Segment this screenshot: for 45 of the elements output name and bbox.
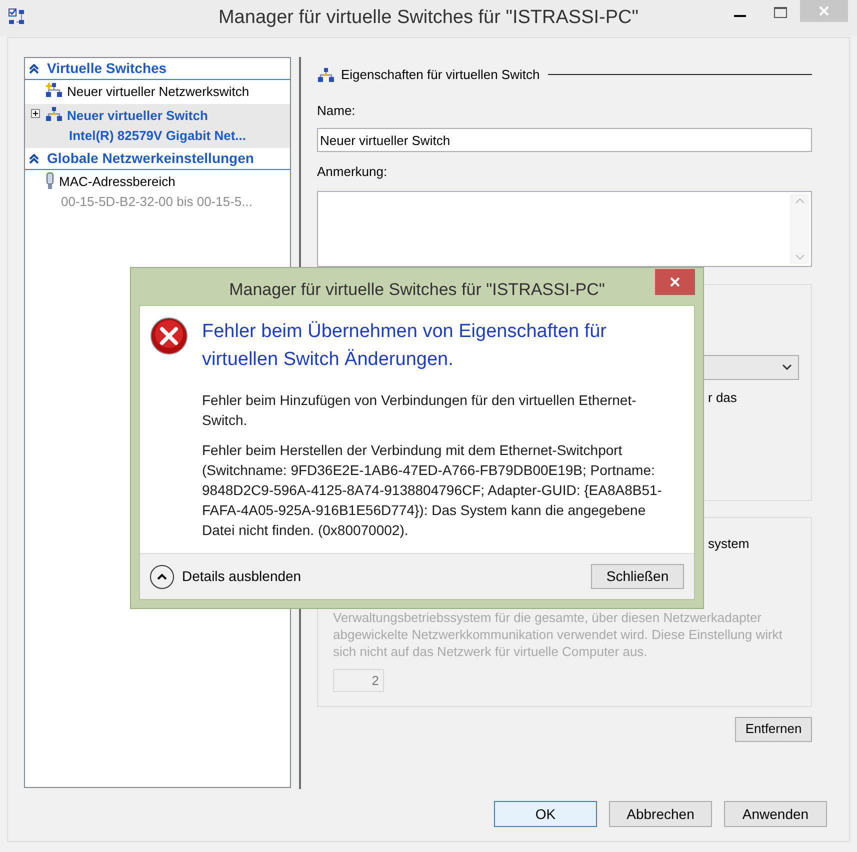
collapse-icon[interactable] — [29, 154, 39, 164]
close-icon — [819, 6, 829, 16]
field-label: Name: — [317, 102, 356, 120]
remove-button[interactable]: Entfernen — [735, 716, 812, 742]
section-title: Virtuelle Switches — [47, 59, 167, 78]
sidebar-item[interactable]: MAC-Adressbereich 00-15-5D-B2-32-00 bis 00-15-5... — [25, 170, 290, 214]
vlan-field[interactable]: 2 — [333, 669, 384, 692]
description-text: Verwaltungsbetriebssystem für die gesamte, über diesen Netzwerkadapter abgewickelte Netzwerkkommunikation verwendet wird. Diese Einstellung wirkt sich nicht auf das Netzwerk für virtuelle Computer aus. — [333, 609, 784, 660]
sidebar-item[interactable]: Neuer virtueller Netzwerkswitch — [25, 80, 290, 104]
section-heading: Eigenschaften für virtuellen Switch — [341, 66, 540, 84]
details-toggle[interactable]: Details ausblenden — [150, 564, 302, 588]
error-message: Fehler beim Herstellen der Verbindung mit dem Ethernet-Switchport (Switchname: 9FD36E2E-1AB6-47ED-A766-FB79DB00E19B; Portname: 9848D2C9-596A-4125-8A74-9138804796CF; Adapter-GUID: {EA8A8B51-FAFA-4A05-925A-916B1E56D774}): Das System kann die angegebene Datei nicht finden. (0x80070002). — [202, 441, 663, 540]
item-label: Neuer virtueller Netzwerkswitch — [67, 83, 250, 101]
window-title: Manager für virtuelle Switches für "ISTRASSI-PC" — [218, 6, 638, 30]
error-heading: Fehler beim Übernehmen von Eigenschaften für virtuellen Switch Änderungen. — [202, 320, 608, 372]
network-switch-icon — [317, 66, 335, 83]
new-network-switch-icon — [45, 82, 63, 98]
chevron-up-icon — [150, 564, 174, 588]
item-detail: Intel(R) 82579V Gigabit Net... — [68, 127, 246, 145]
app-icon — [8, 8, 26, 26]
option-label: r das — [708, 388, 737, 406]
expand-box-icon[interactable] — [30, 109, 40, 118]
field-label: Anmerkung: — [317, 163, 388, 181]
close-icon — [670, 277, 680, 287]
option-label: system — [708, 534, 750, 553]
section-header[interactable]: Virtuelle Switches — [25, 58, 290, 80]
name-field[interactable]: Neuer virtueller Switch — [317, 128, 812, 152]
item-detail: 00-15-5D-B2-32-00 bis 00-15-5... — [60, 193, 252, 211]
network-adapter-icon — [45, 172, 55, 190]
section-header[interactable]: Globale Netzwerkeinstellungen — [25, 148, 290, 170]
dialog-button[interactable]: Anwenden — [724, 801, 827, 827]
dialog-title: Manager für virtuelle Switches für "ISTRASSI-PC" — [229, 279, 605, 301]
item-label: MAC-Adressbereich — [59, 173, 176, 191]
dialog-button[interactable]: Abbrechen — [609, 801, 712, 827]
collapse-icon[interactable] — [29, 64, 39, 74]
item-label: Neuer virtueller Switch — [67, 107, 209, 125]
close-button[interactable] — [655, 269, 695, 295]
section-title: Globale Netzwerkeinstellungen — [47, 149, 254, 168]
error-icon — [150, 317, 188, 355]
note-field[interactable] — [317, 190, 812, 266]
close-dialog-button[interactable]: Schließen — [591, 564, 684, 589]
error-message: Fehler beim Hinzufügen von Verbindungen für den virtuellen Ethernet-Switch. — [202, 391, 638, 430]
dialog-button[interactable]: OK — [494, 801, 597, 827]
sidebar-item[interactable]: Neuer virtueller Switch Intel(R) 82579V Gigabit Net... — [25, 104, 290, 148]
network-switch-icon — [45, 106, 63, 122]
